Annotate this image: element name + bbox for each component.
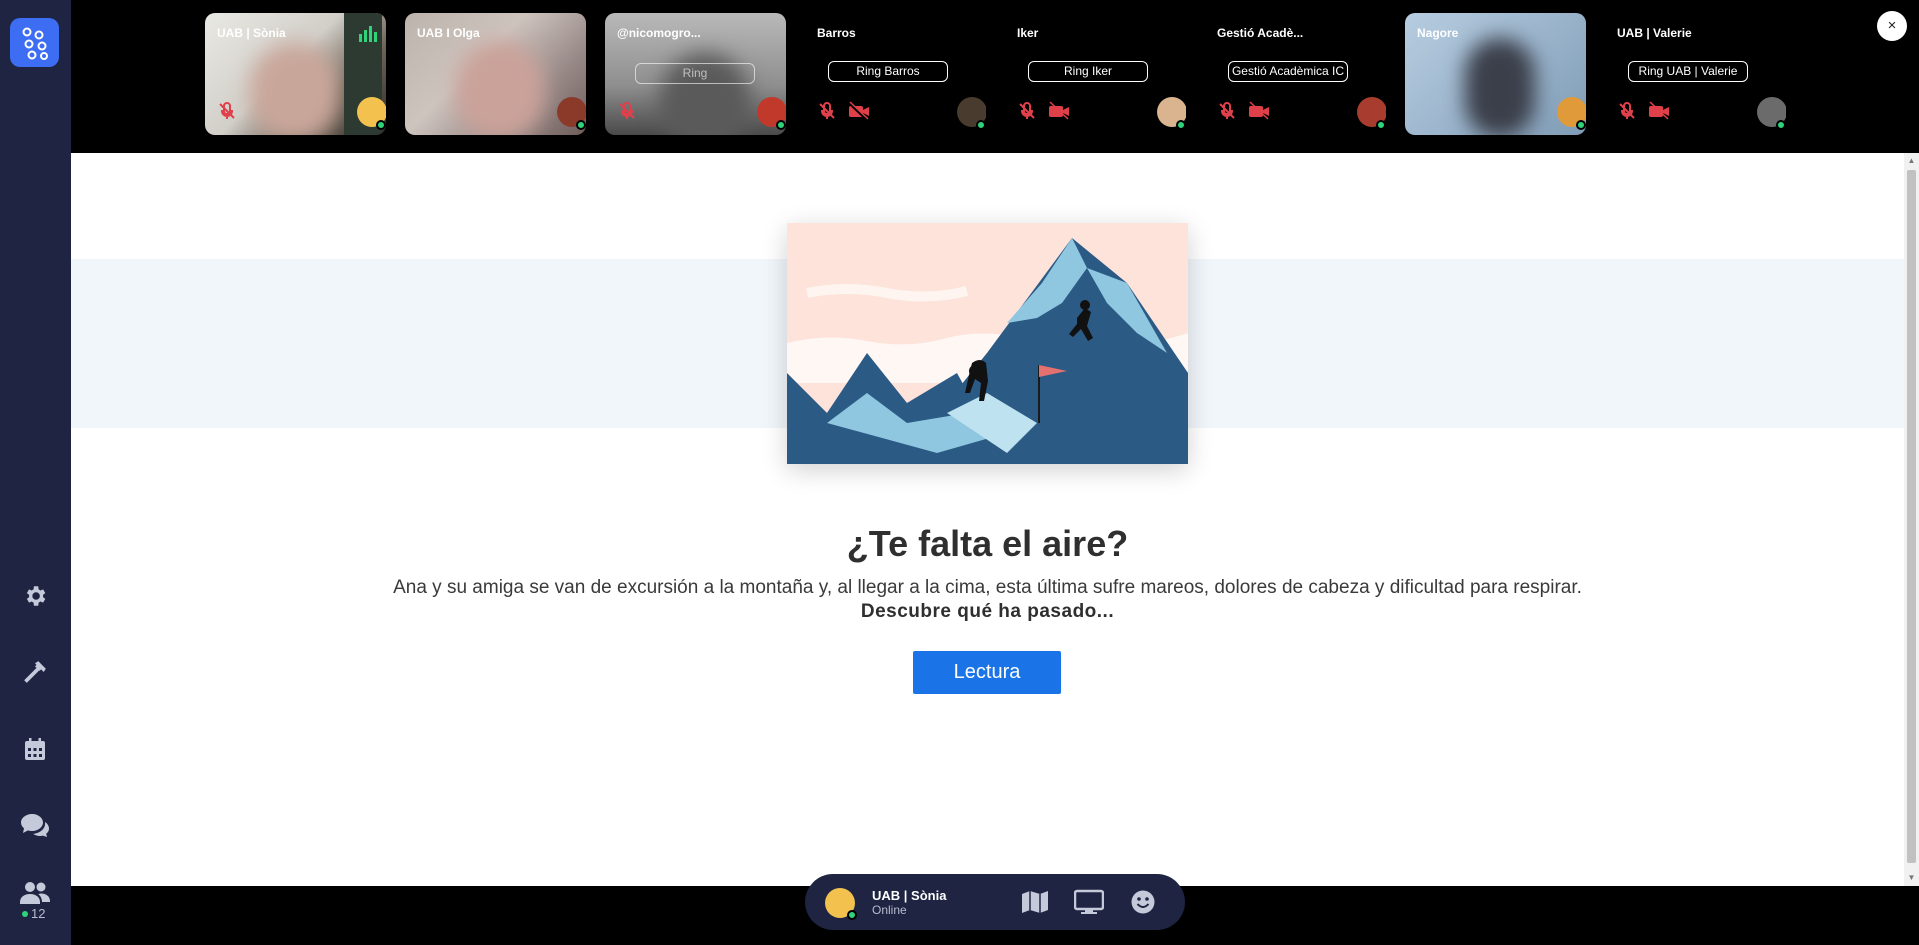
chat-icon[interactable] <box>15 805 55 845</box>
camera-off-icon <box>848 101 869 121</box>
participant-tile[interactable]: Barros Ring Barros <box>805 13 986 135</box>
online-count-value: 12 <box>31 906 46 921</box>
mic-muted-icon <box>1619 101 1635 119</box>
mic-muted-icon <box>1219 101 1235 119</box>
mountain-illustration <box>787 223 1188 464</box>
mic-muted-icon <box>1019 101 1035 119</box>
description-text: Ana y su amiga se van de excursión a la … <box>393 577 1582 598</box>
participant-tile[interactable]: UAB I Olga <box>405 13 586 135</box>
online-status-dot <box>1176 120 1186 130</box>
vertical-scrollbar[interactable]: ▲ ▼ <box>1904 153 1919 886</box>
content-panel: ¿Te falta el aire? Ana y su amiga se van… <box>71 153 1904 886</box>
ring-button[interactable]: Ring UAB | Valerie <box>1628 61 1748 82</box>
scroll-down-arrow-icon[interactable]: ▼ <box>1907 873 1916 882</box>
ring-button[interactable]: Ring Barros <box>828 61 948 82</box>
participant-tile[interactable]: @nicomogro... Ring <box>605 13 786 135</box>
scroll-up-arrow-icon[interactable]: ▲ <box>1907 156 1916 165</box>
online-status-dot <box>576 120 586 130</box>
online-status-dot <box>976 120 986 130</box>
camera-off-icon <box>1249 101 1269 120</box>
ring-button[interactable]: Ring <box>635 63 755 84</box>
current-user-name: UAB | Sònia <box>872 888 947 903</box>
online-status-dot <box>1776 120 1786 130</box>
settings-gear-icon[interactable] <box>15 576 55 616</box>
page-title: ¿Te falta el aire? <box>846 523 1129 564</box>
online-status-dot <box>376 120 386 130</box>
online-status-dot <box>776 120 786 130</box>
current-user-status: Online <box>872 903 907 917</box>
mic-muted-icon <box>219 101 235 119</box>
participant-name: @nicomogro... <box>617 26 701 40</box>
participant-name: UAB | Sònia <box>217 26 286 40</box>
participant-tile[interactable]: Gestió Acadè... Gestió Acadèmica IC <box>1205 13 1386 135</box>
participant-tile[interactable]: Iker Ring Iker <box>1005 13 1186 135</box>
participant-tile[interactable]: UAB | Valerie Ring UAB | Valerie <box>1605 13 1786 135</box>
ring-button[interactable]: Gestió Acadèmica IC <box>1228 61 1348 82</box>
participant-name: Barros <box>817 26 856 40</box>
mic-muted-icon <box>819 101 835 119</box>
calendar-icon[interactable] <box>15 729 55 769</box>
participant-tile[interactable]: Nagore <box>1405 13 1586 135</box>
participant-name: Gestió Acadè... <box>1217 26 1304 40</box>
online-count: 12 <box>22 906 45 921</box>
map-icon[interactable] <box>1019 886 1051 918</box>
online-status-dot <box>847 910 857 920</box>
online-status-dot <box>22 910 28 917</box>
build-hammer-icon[interactable] <box>15 652 55 692</box>
ring-button[interactable]: Ring Iker <box>1028 61 1148 82</box>
lectura-button[interactable]: Lectura <box>913 651 1061 694</box>
participant-name: UAB I Olga <box>417 26 480 40</box>
online-status-dot <box>1576 120 1586 130</box>
scrollbar-thumb[interactable] <box>1907 170 1916 863</box>
screen-share-icon[interactable] <box>1073 886 1105 918</box>
online-status-dot <box>1376 120 1386 130</box>
participant-name: Nagore <box>1417 26 1459 40</box>
emoji-icon[interactable] <box>1127 886 1159 918</box>
user-control-bar: UAB | Sònia Online <box>805 874 1185 930</box>
left-sidebar: 12 <box>0 0 71 945</box>
call-to-action-text: Descubre qué ha pasado... <box>860 601 1115 622</box>
participant-name: Iker <box>1017 26 1039 40</box>
close-button[interactable]: × <box>1877 11 1907 41</box>
participants-strip: UAB | Sònia UAB I Olga @nicomogro... Rin… <box>71 0 1919 153</box>
participant-name: UAB | Valerie <box>1617 26 1692 40</box>
speaking-bars-icon <box>359 26 377 42</box>
mic-muted-icon <box>619 101 635 119</box>
app-logo-icon[interactable] <box>10 18 59 67</box>
camera-off-icon <box>1649 101 1669 120</box>
camera-off-icon <box>1049 101 1069 120</box>
participant-tile[interactable]: UAB | Sònia <box>205 13 386 135</box>
